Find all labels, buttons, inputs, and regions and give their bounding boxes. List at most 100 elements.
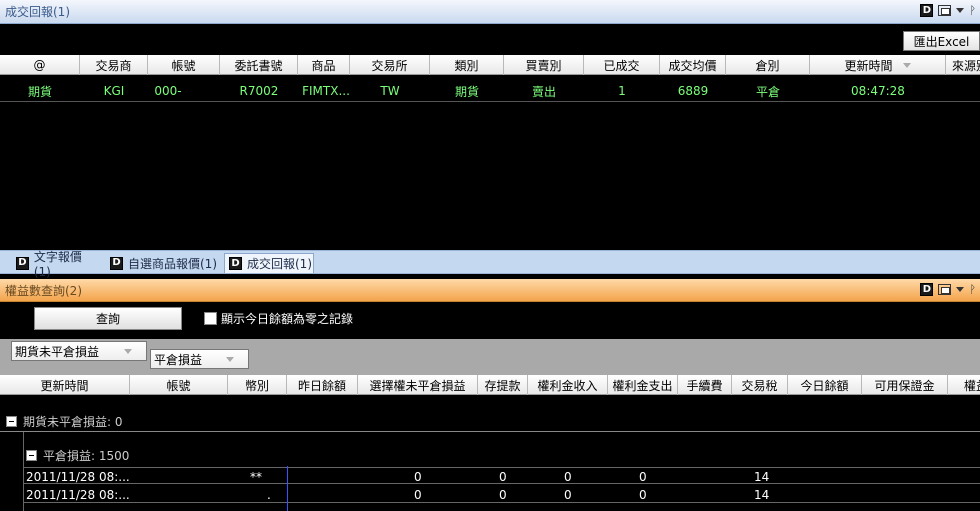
col-header-today-balance[interactable]: 今日餘額 (788, 375, 862, 395)
sort-arrow-icon (902, 62, 911, 68)
dropdown-arrow-icon[interactable] (956, 8, 965, 13)
cell-update-time: 2011/11/28 08:... (26, 487, 130, 502)
d-icon: D (16, 256, 29, 270)
col-header-exchange[interactable]: 交易所 (350, 55, 430, 75)
cell-premium-income: 0 (564, 487, 572, 502)
col-header-deposit-withdraw[interactable]: 存提款 (478, 375, 528, 395)
col-header-avg-price[interactable]: 成交均價 (660, 55, 726, 75)
divider (0, 431, 980, 432)
col-header-source[interactable]: 來源别 (946, 55, 980, 75)
cell-option-open-pl: 0 (414, 469, 422, 484)
tab-watchlist-quote[interactable]: D 自選商品報價(1) (106, 253, 218, 273)
show-zero-balance-checkbox[interactable] (204, 312, 217, 325)
query-button[interactable]: 查詢 (34, 307, 182, 330)
col-header-premium-income[interactable]: 權利金收入 (528, 375, 608, 395)
trade-report-header: @ 交易商 帳號 委託書號 商品 交易所 類別 買賣別 已成交 成交均價 倉別 … (0, 55, 980, 75)
col-header-side[interactable]: 買賣別 (504, 55, 584, 75)
title-toolbar: D ᚹ (920, 283, 976, 296)
window-icon[interactable] (938, 5, 952, 16)
col-header-equity[interactable]: 權益 (948, 375, 980, 395)
cell-premium-income: 0 (564, 469, 572, 484)
d-icon: D (229, 257, 242, 270)
group-row-label: 期貨未平倉損益: 0 (23, 414, 123, 429)
cell-filled: 1 (618, 84, 626, 98)
col-header-update-time[interactable]: 更新時間 (0, 375, 130, 395)
col-header-available-margin[interactable]: 可用保證金 (862, 375, 948, 395)
col-header-update-time[interactable]: 更新時間 (810, 55, 946, 75)
cell-position: 平倉 (755, 84, 780, 99)
cell-premium-expense: 0 (639, 469, 647, 484)
cell-premium-expense: 0 (639, 487, 647, 502)
panel-tabs: D 文字報價(1) D 自選商品報價(1) D 成交回報(1) (0, 250, 980, 279)
sort-arrow-icon (226, 357, 234, 362)
col-header-filled[interactable]: 已成交 (584, 55, 660, 75)
col-header-account[interactable]: 帳號 (130, 375, 228, 395)
group-row-label: 平倉損益: 1500 (43, 448, 130, 463)
tab-label: 文字報價(1) (33, 249, 82, 279)
col-header-account[interactable]: 帳號 (148, 55, 220, 75)
d-icon[interactable]: D (920, 4, 934, 17)
show-zero-balance-label: 顯示今日餘額為零之記錄 (221, 312, 354, 326)
tab-label: 自選商品報價(1) (128, 256, 217, 271)
cell-avg-price: 6889 (677, 84, 709, 98)
tab-label: 成交回報(1) (247, 257, 312, 271)
group-chip-label: 平倉損益 (154, 352, 203, 367)
cell-update-time: 08:47:28 (851, 84, 905, 98)
update-time-label: 更新時間 (844, 58, 893, 73)
collapse-icon[interactable] (6, 415, 17, 427)
cell-deposit-withdraw: 0 (499, 487, 507, 502)
window-icon[interactable] (938, 284, 952, 295)
cell-currency: ** (250, 469, 262, 484)
pin-icon[interactable]: ᚹ (969, 284, 976, 295)
col-header-option-open-pl[interactable]: 選擇權未平倉損益 (358, 375, 478, 395)
col-header-currency[interactable]: 幣別 (228, 375, 287, 395)
tab-text-quote[interactable]: D 文字報價(1) (12, 250, 98, 279)
column-focus-line (287, 466, 288, 511)
table-row[interactable]: 2011/11/28 08:... . 0 0 0 0 14 (24, 486, 980, 503)
col-header-category[interactable]: 類別 (430, 55, 504, 75)
col-header-prev-balance[interactable]: 昨日餘額 (287, 375, 358, 395)
cell-tax: 14 (754, 487, 770, 502)
cell-category: 期貨 (454, 84, 479, 99)
table-row[interactable]: 期貨 KGI 000- R7002 FIMTX... TW 期貨 賣出 1 68… (0, 80, 980, 102)
sort-arrow-icon (124, 349, 132, 354)
collapse-icon[interactable] (26, 449, 37, 461)
col-header-order-no[interactable]: 委託書號 (220, 55, 298, 75)
cell-update-time: 2011/11/28 08:... (26, 469, 130, 484)
pin-icon[interactable]: ᚹ (969, 5, 976, 16)
col-header-at[interactable]: @ (0, 55, 80, 75)
col-header-position[interactable]: 倉別 (726, 55, 810, 75)
equity-query-panel-title: 權益數查詢(2) D ᚹ (0, 279, 980, 302)
tab-trade-report[interactable]: D 成交回報(1) (224, 253, 314, 273)
export-excel-button[interactable]: 匯出Excel (903, 31, 980, 51)
group-by-area: 期貨未平倉損益 平倉損益 (0, 339, 980, 375)
cell-product: FIMTX... (302, 84, 350, 98)
d-icon[interactable]: D (920, 283, 934, 296)
cell-at: 期貨 (27, 84, 52, 99)
cell-exchange: TW (380, 84, 400, 98)
cell-account: 000- (154, 84, 182, 98)
col-header-tax[interactable]: 交易稅 (732, 375, 788, 395)
col-header-premium-expense[interactable]: 權利金支出 (608, 375, 678, 395)
group-indent (0, 432, 24, 511)
group-row-closed-pl[interactable]: 平倉損益: 1500 (24, 445, 980, 465)
group-chip-label: 期貨未平倉損益 (15, 344, 100, 359)
dropdown-arrow-icon[interactable] (956, 287, 965, 292)
col-header-broker[interactable]: 交易商 (80, 55, 148, 75)
trade-report-title-text: 成交回報(1) (5, 5, 70, 19)
cell-deposit-withdraw: 0 (499, 469, 507, 484)
cell-side: 賣出 (531, 84, 556, 99)
equity-header: 更新時間 帳號 幣別 昨日餘額 選擇權未平倉損益 存提款 權利金收入 權利金支出… (0, 375, 980, 395)
cell-option-open-pl: 0 (414, 487, 422, 502)
cell-currency: . (267, 487, 271, 502)
group-chip-closed-pl[interactable]: 平倉損益 (150, 349, 249, 369)
col-header-fee[interactable]: 手續費 (678, 375, 732, 395)
d-icon: D (110, 256, 123, 270)
table-row[interactable]: 2011/11/28 08:... ** 0 0 0 0 14 (24, 467, 980, 484)
title-toolbar: D ᚹ (920, 4, 976, 17)
col-header-product[interactable]: 商品 (298, 55, 350, 75)
group-chip-futures-open-pl[interactable]: 期貨未平倉損益 (11, 341, 147, 361)
cell-broker: KGI (103, 84, 125, 98)
group-row-futures-open-pl[interactable]: 期貨未平倉損益: 0 (0, 411, 980, 431)
cell-order-no: R7002 (239, 84, 279, 98)
